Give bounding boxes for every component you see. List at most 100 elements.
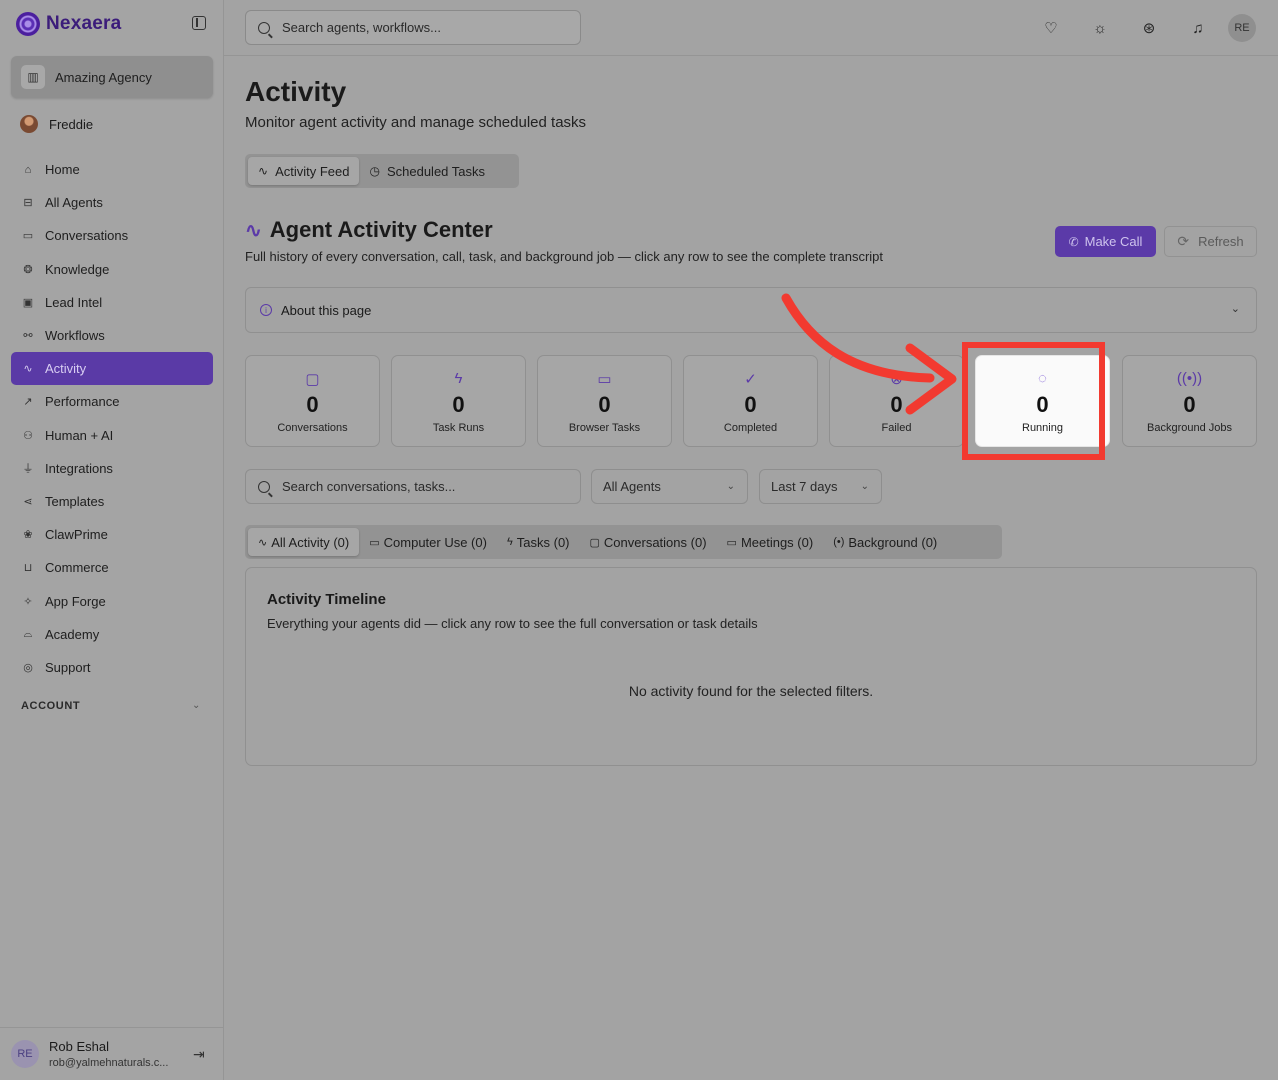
tab-scheduled-tasks[interactable]: ◷ Scheduled Tasks bbox=[359, 157, 495, 185]
section-title: ∿ Agent Activity Center bbox=[245, 217, 493, 243]
date-range-select[interactable]: Last 7 days ⌄ bbox=[759, 469, 882, 504]
graduation-cap-icon: ⌓ bbox=[23, 627, 33, 640]
refresh-icon: ⟳ bbox=[1177, 233, 1190, 249]
sidebar-item-label: Conversations bbox=[45, 228, 129, 244]
stat-card-background-jobs[interactable]: ((•)) 0 Background Jobs bbox=[1122, 355, 1257, 447]
tab-label: Scheduled Tasks bbox=[386, 163, 486, 179]
stat-value: 0 bbox=[452, 392, 465, 417]
make-call-label: Make Call bbox=[1084, 234, 1143, 249]
sidebar-collapse-icon[interactable] bbox=[192, 16, 206, 30]
sidebar-item-support[interactable]: ◎ Support bbox=[11, 651, 213, 684]
sidebar-item-academy[interactable]: ⌓ Academy bbox=[11, 618, 213, 651]
tab-meetings[interactable]: ▭ Meetings (0) bbox=[717, 528, 824, 556]
stat-value: 0 bbox=[306, 392, 319, 417]
sidebar-item-performance[interactable]: ↗ Performance bbox=[11, 385, 213, 418]
sidebar-item-label: All Agents bbox=[45, 195, 103, 211]
contact-icon: ▣ bbox=[22, 296, 34, 309]
avatar[interactable]: RE bbox=[1228, 14, 1256, 42]
account-section-toggle[interactable]: ACCOUNT ⌄ bbox=[21, 700, 201, 712]
sidebar-item-label: Lead Intel bbox=[45, 294, 103, 310]
activity-type-tabs: ∿ All Activity (0) ▭ Computer Use (0) ϟ Tas… bbox=[245, 525, 1002, 559]
sidebar-item-human-ai[interactable]: ⚇ Human + AI bbox=[11, 419, 213, 452]
message-square-icon: ▢ bbox=[305, 371, 320, 388]
sidebar-item-conversations[interactable]: ▭ Conversations bbox=[11, 219, 213, 252]
top-bar: Search agents, workflows... ♡ ☼ ⊛ ♫ RE bbox=[224, 0, 1278, 56]
account-section-label: ACCOUNT bbox=[21, 700, 81, 712]
sidebar-item-all-agents[interactable]: ⊟ All Agents bbox=[11, 186, 213, 219]
tab-label: Computer Use (0) bbox=[383, 534, 487, 550]
stat-value: 0 bbox=[744, 392, 757, 417]
info-icon: i bbox=[260, 304, 272, 316]
agent-filter-select[interactable]: All Agents ⌄ bbox=[591, 469, 748, 504]
help-icon[interactable]: ⊛ bbox=[1136, 15, 1162, 41]
sidebar-item-label: Support bbox=[45, 659, 91, 675]
tab-background[interactable]: (•) Background (0) bbox=[823, 528, 947, 556]
sidebar-nav: ⌂ Home ⊟ All Agents ▭ Conversations ❂ Knowle… bbox=[11, 153, 213, 684]
about-label: About this page bbox=[281, 302, 372, 318]
tab-tasks[interactable]: ϟ Tasks (0) bbox=[497, 528, 580, 556]
sidebar-item-activity[interactable]: ∿ Activity bbox=[11, 352, 213, 386]
tab-all-activity[interactable]: ∿ All Activity (0) bbox=[248, 528, 360, 556]
make-call-button[interactable]: ✆ Make Call bbox=[1055, 226, 1156, 257]
sidebar-item-lead-intel[interactable]: ▣ Lead Intel bbox=[11, 286, 213, 319]
agent-profile[interactable]: Freddie bbox=[20, 113, 93, 135]
sidebar-item-commerce[interactable]: ⊔ Commerce bbox=[11, 551, 213, 584]
activity-icon: ∿ bbox=[258, 536, 268, 549]
workspace-switcher[interactable]: ▥ Amazing Agency bbox=[11, 56, 213, 98]
users-icon: ⚇ bbox=[23, 429, 33, 442]
sparkles-icon: ✧ bbox=[23, 595, 33, 608]
bell-icon[interactable]: ♫ bbox=[1185, 15, 1211, 41]
sidebar-item-integrations[interactable]: ⏚ Integrations bbox=[11, 452, 213, 485]
sidebar-item-app-forge[interactable]: ✧ App Forge bbox=[11, 584, 213, 617]
avatar[interactable]: RE bbox=[11, 1040, 39, 1068]
sidebar-item-knowledge[interactable]: ❂ Knowledge bbox=[11, 253, 213, 286]
tab-label: Background (0) bbox=[848, 534, 938, 550]
page-title: Activity bbox=[245, 76, 347, 107]
stat-card-conversations[interactable]: ▢ 0 Conversations bbox=[245, 355, 380, 447]
brand-name: Nexaera bbox=[46, 13, 122, 34]
sidebar-item-label: Academy bbox=[45, 626, 100, 642]
tab-activity-feed[interactable]: ∿ Activity Feed bbox=[248, 157, 360, 185]
user-footer: RE Rob Eshal rob@yalmehnaturals.c... ⇥ bbox=[0, 1027, 224, 1080]
stats-row: ▢ 0 Conversations ϟ 0 Task Runs ▭ 0 Brow… bbox=[245, 355, 1257, 447]
activity-icon: ∿ bbox=[245, 219, 262, 242]
sun-icon[interactable]: ☼ bbox=[1087, 15, 1113, 41]
logout-icon[interactable]: ⇥ bbox=[193, 1046, 205, 1063]
check-circle-icon: ✓ bbox=[744, 371, 757, 388]
activity-search-input[interactable]: Search conversations, tasks... bbox=[245, 469, 581, 504]
chevron-down-icon: ⌄ bbox=[860, 481, 869, 492]
refresh-button[interactable]: ⟳ Refresh bbox=[1164, 226, 1257, 257]
activity-timeline-card: Activity Timeline Everything your agents… bbox=[245, 567, 1257, 766]
tab-label: Conversations (0) bbox=[603, 534, 707, 550]
annotation-highlight bbox=[962, 342, 1105, 460]
video-icon: ▭ bbox=[726, 536, 737, 549]
page-tabs: ∿ Activity Feed ◷ Scheduled Tasks bbox=[245, 154, 519, 188]
tab-label: Activity Feed bbox=[275, 163, 350, 179]
stat-label: Conversations bbox=[277, 422, 348, 434]
activity-search-placeholder: Search conversations, tasks... bbox=[282, 479, 456, 494]
stat-card-task-runs[interactable]: ϟ 0 Task Runs bbox=[391, 355, 526, 447]
heart-icon[interactable]: ♡ bbox=[1038, 15, 1064, 41]
stat-value: 0 bbox=[1183, 392, 1196, 417]
global-search-input[interactable]: Search agents, workflows... bbox=[245, 10, 581, 45]
brand-logo[interactable]: Nexaera bbox=[16, 10, 208, 38]
timeline-description: Everything your agents did — click any r… bbox=[267, 616, 758, 631]
zap-icon: ϟ bbox=[506, 536, 513, 548]
stat-card-browser-tasks[interactable]: ▭ 0 Browser Tasks bbox=[537, 355, 672, 447]
sidebar-item-clawprime[interactable]: ❀ ClawPrime bbox=[11, 518, 213, 551]
page-subtitle: Monitor agent activity and manage schedu… bbox=[245, 114, 587, 131]
workflow-icon: ⚯ bbox=[23, 330, 33, 343]
radio-icon: (•) bbox=[833, 536, 845, 548]
monitor-play-icon: ▭ bbox=[597, 371, 612, 388]
chat-icon: ▭ bbox=[22, 230, 34, 243]
section-description: Full history of every conversation, call… bbox=[245, 249, 884, 264]
sidebar-item-workflows[interactable]: ⚯ Workflows bbox=[11, 319, 213, 352]
about-accordion[interactable]: i About this page ⌄ bbox=[245, 287, 1257, 333]
tab-computer-use[interactable]: ▭ Computer Use (0) bbox=[359, 528, 497, 556]
activity-icon: ∿ bbox=[258, 164, 269, 178]
sidebar-item-home[interactable]: ⌂ Home bbox=[11, 153, 213, 186]
building-icon: ▥ bbox=[21, 65, 45, 89]
sidebar-item-templates[interactable]: ⋖ Templates bbox=[11, 485, 213, 518]
trend-icon: ↗ bbox=[23, 396, 33, 409]
tab-conversations[interactable]: ▢ Conversations (0) bbox=[580, 528, 717, 556]
